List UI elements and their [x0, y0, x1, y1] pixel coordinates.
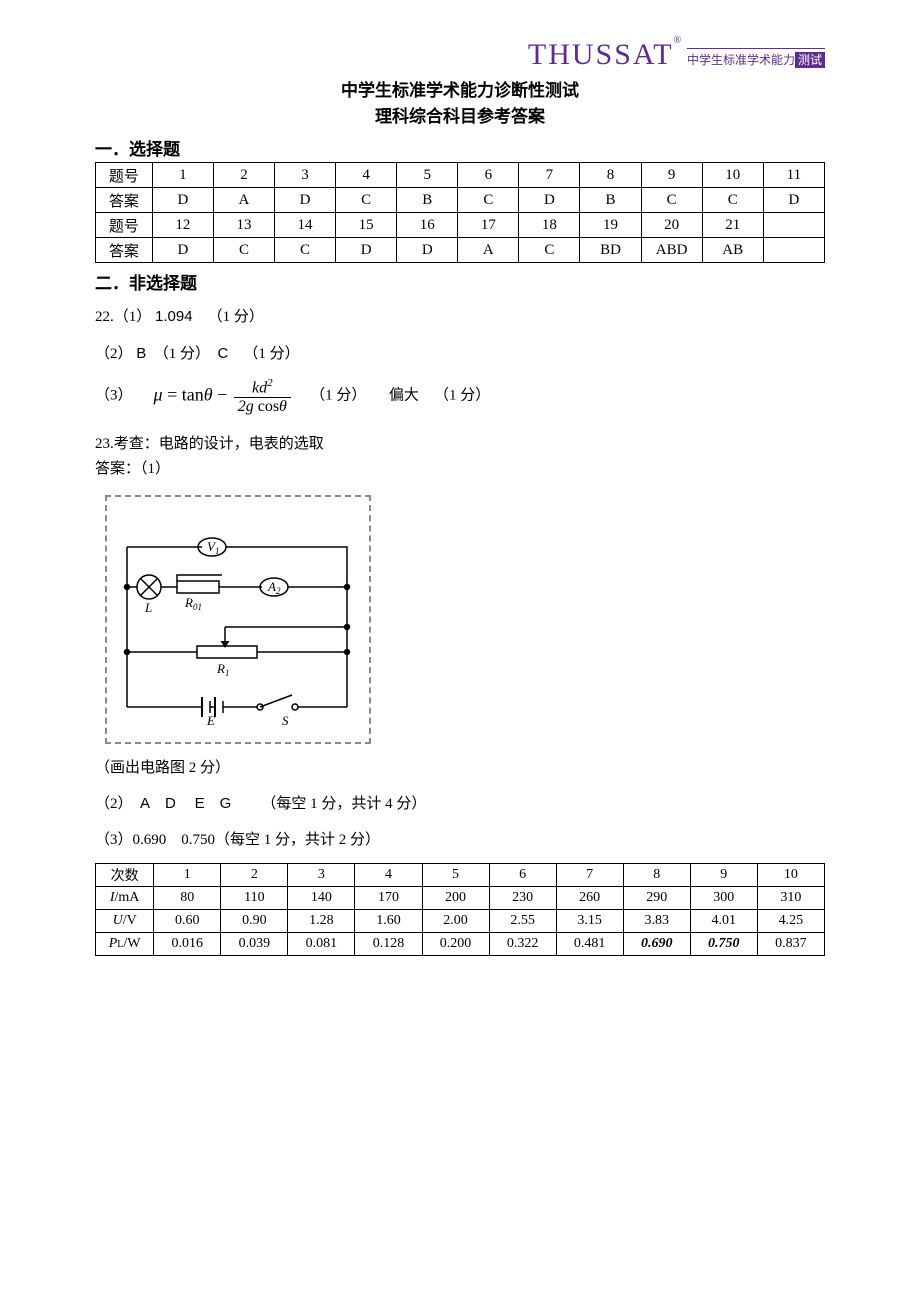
col-header: 次数: [96, 864, 154, 887]
page-title: 中学生标准学术能力诊断性测试 理科综合科目参考答案: [95, 78, 825, 129]
logo-r: ®: [674, 35, 684, 46]
logo-block: THUSSAT® 中学生标准学术能力测试: [95, 40, 825, 70]
logo-sub-cn: 中学生标准学术能力: [687, 53, 795, 67]
formula: μ = tanθ − kd22g cosθ: [148, 377, 299, 416]
svg-text:V1: V1: [207, 539, 219, 556]
row-u-header: U/V: [96, 910, 154, 933]
circuit-diagram: V1 A2 L R01 R1 E S: [105, 495, 371, 744]
table-row: 答案 DADCBCDBCCD: [96, 188, 825, 213]
row-p-header: PL/W: [96, 933, 154, 956]
table-row: 题号 1234567891011: [96, 163, 825, 188]
svg-text:E: E: [206, 713, 215, 728]
q23-answer-label: 答案：（1）: [95, 457, 825, 483]
svg-text:L: L: [144, 600, 152, 615]
section-1-heading: 一．选择题: [95, 135, 825, 160]
q22-line3: （3） μ = tanθ − kd22g cosθ （1 分） 偏大 （1 分）: [95, 377, 825, 416]
table-row: 答案 DCCDDACBDABDAB: [96, 238, 825, 263]
logo-subtitle: 中学生标准学术能力测试: [687, 48, 825, 68]
q23-intro: 23.考查：电路的设计，电表的选取: [95, 432, 825, 458]
mc-header-a: 答案: [96, 188, 153, 213]
svg-text:R01: R01: [184, 595, 202, 612]
svg-text:R1: R1: [216, 661, 229, 678]
q23-line3: （3）0.690 0.750（每空 1 分，共计 2 分）: [95, 828, 825, 854]
row-i-header: I/mA: [96, 887, 154, 910]
section-2-heading: 二．非选择题: [95, 269, 825, 294]
table-row: 次数 12345678910: [96, 864, 825, 887]
mc-header-q: 题号: [96, 163, 153, 188]
logo-main: THUSSAT: [528, 38, 674, 71]
q23-line2: （2） A D E G （每空 1 分，共计 4 分）: [95, 791, 825, 818]
svg-text:A2: A2: [267, 579, 281, 596]
q22-line2: （2） B （1 分） C （1 分）: [95, 341, 825, 368]
q23-note1: （画出电路图 2 分）: [95, 756, 825, 782]
table-row: PL/W 0.0160.0390.0810.1280.2000.3220.481…: [96, 933, 825, 956]
table-row: U/V 0.600.901.281.602.002.553.153.834.01…: [96, 910, 825, 933]
q22-line1: 22.（1） 1.094 （1 分）: [95, 304, 825, 331]
data-table: 次数 12345678910 I/mA 80110140170200230260…: [95, 863, 825, 956]
svg-text:S: S: [282, 713, 289, 728]
title-line-1: 中学生标准学术能力诊断性测试: [95, 78, 825, 104]
table-row: I/mA 80110140170200230260290300310: [96, 887, 825, 910]
title-line-2: 理科综合科目参考答案: [95, 104, 825, 130]
logo-sub-badge: 测试: [795, 52, 825, 68]
mc-answer-table: 题号 1234567891011 答案 DADCBCDBCCD 题号 12131…: [95, 162, 825, 263]
table-row: 题号 12131415161718192021: [96, 213, 825, 238]
